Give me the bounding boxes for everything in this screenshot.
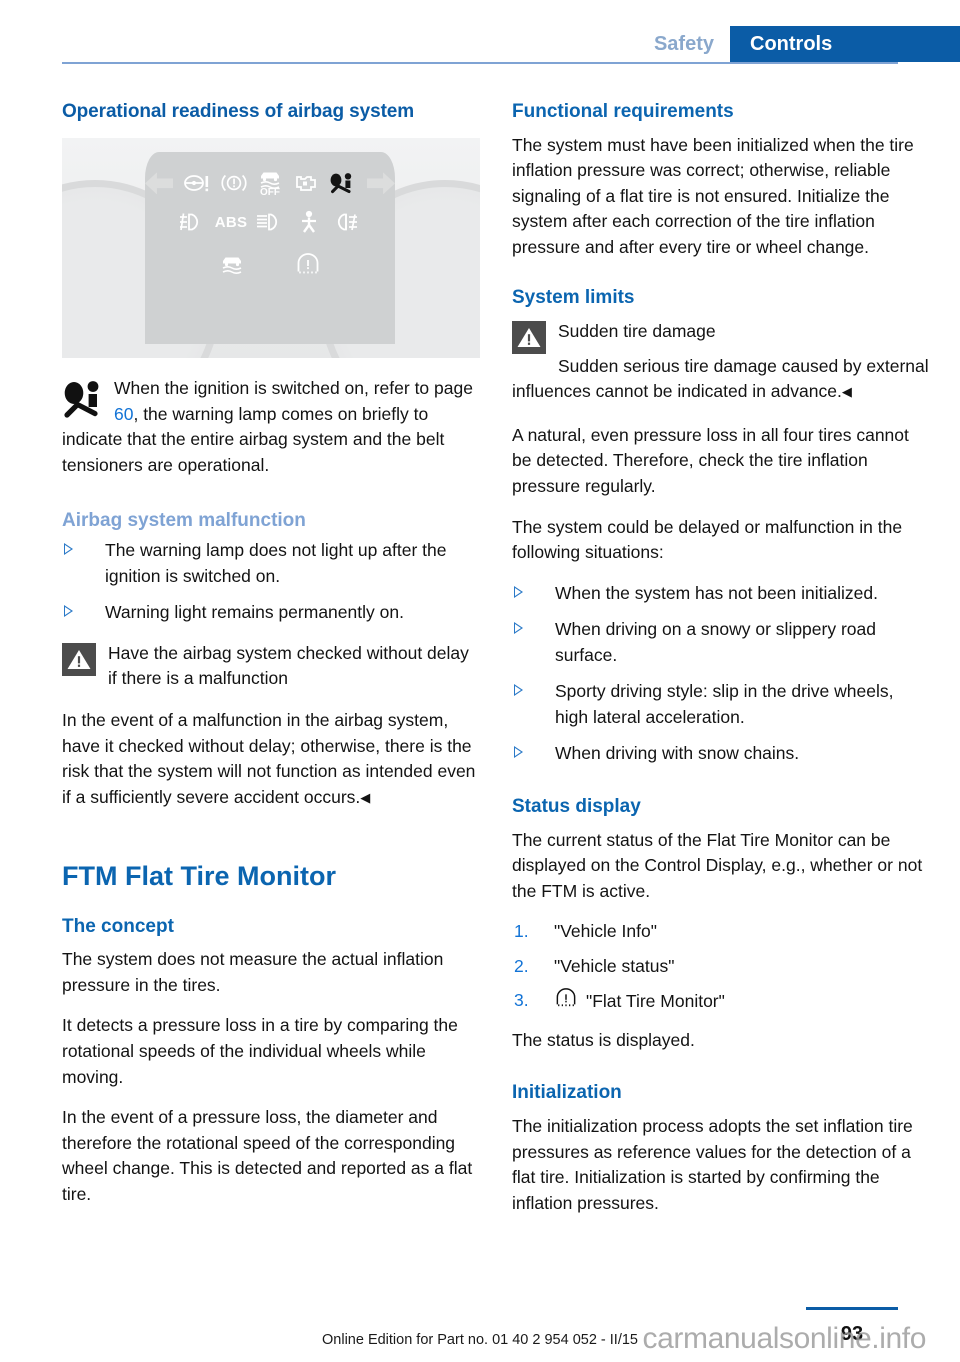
concept-paragraph-2: It detects a pressure loss in a tire by …	[62, 1015, 458, 1087]
end-marker: ◀	[360, 789, 371, 805]
page-footer: 93 Online Edition for Part no. 01 40 2 9…	[0, 1282, 960, 1362]
list-item-label: When driving on a snowy or slippery road…	[555, 619, 876, 665]
list-item-label: Warning light remains permanently on.	[105, 602, 404, 623]
list-item: When driving on a snowy or slippery road…	[512, 617, 930, 668]
step-label[interactable]: "Vehicle status"	[554, 954, 674, 980]
airbag-icon	[329, 169, 357, 197]
airbag-malfunction-body: In the event of a malfunction in the air…	[62, 708, 480, 810]
system-limits-warning-body: Sudden serious tire damage caused by ext…	[512, 355, 929, 402]
low-beam-icon	[255, 208, 285, 236]
system-limits-warning-text: Sudden serious tire damage caused by ext…	[512, 354, 930, 405]
list-item: Sporty driving style: slip in the drive …	[512, 679, 930, 730]
list-item: Warning light remains permanently on.	[62, 600, 480, 626]
page-reference-link[interactable]: 60	[114, 404, 133, 424]
limits-paragraph-1: A natural, even pressure loss in all fou…	[512, 424, 909, 496]
high-beam-icon	[333, 208, 363, 236]
limits-paragraph-2: The system could be delayed or malfuncti…	[512, 516, 903, 563]
dsc-off-label: OFF	[260, 187, 280, 199]
engine-check-icon	[292, 169, 320, 197]
abs-icon: ABS	[214, 208, 248, 236]
header-divider	[62, 62, 898, 64]
bullet-triangle-icon	[64, 605, 73, 618]
list-item-label: When driving with snow chains.	[555, 743, 800, 764]
system-limits-list: When the system has not been initialized…	[512, 581, 930, 767]
bullet-triangle-icon	[514, 746, 523, 759]
airbag-readiness-text: When the ignition is switched on, refer …	[62, 376, 480, 478]
seatbelt-icon	[294, 208, 324, 236]
note-text-before: When the ignition is switched on, refer …	[114, 378, 473, 399]
bullet-triangle-icon	[64, 543, 73, 556]
tire-pressure-icon	[554, 988, 578, 1016]
concept-paragraph-3: In the event of a pressure loss, the dia…	[62, 1107, 473, 1204]
step-label[interactable]: "Vehicle Info"	[554, 919, 657, 945]
airbag-malfunction-list: The warning lamp does not light up after…	[62, 538, 480, 626]
step-number: 2.	[514, 955, 529, 976]
initialization-body: The initialization process adopts the se…	[512, 1116, 913, 1213]
header-tabs: Safety Controls	[633, 26, 960, 62]
heading-status-display: Status display	[512, 795, 641, 817]
turn-signal-right-icon	[366, 172, 395, 195]
brake-warning-icon	[220, 169, 248, 197]
warning-triangle-icon	[512, 321, 546, 355]
list-item: The warning lamp does not light up after…	[62, 538, 480, 589]
steering-wheel-warning-icon	[182, 169, 210, 197]
right-column: Functional requirements The system must …	[512, 100, 930, 1231]
concept-paragraph-1: The system does not measure the actual i…	[62, 949, 444, 995]
fog-lamp-icon	[177, 208, 207, 236]
system-limits-warning-note: Sudden tire damage Sudden serious tire d…	[512, 319, 930, 405]
warning-lamp-grid: OFF ABS	[145, 168, 395, 282]
heading-initialization: Initialization	[512, 1082, 622, 1104]
turn-signal-left-icon	[145, 172, 174, 195]
site-watermark: carmanualsonline.info	[642, 1322, 927, 1355]
list-item: 3. "Flat Tire Monitor"	[512, 988, 930, 1016]
warning-triangle-icon	[62, 642, 96, 676]
status-display-body: The current status of the Flat Tire Moni…	[512, 829, 923, 901]
list-item: When driving with snow chains.	[512, 741, 930, 767]
airbag-warning-text: Have the airbag system checked without d…	[108, 642, 469, 689]
functional-requirements-body: The system must have been initialized wh…	[512, 134, 914, 257]
list-item: 1. "Vehicle Info"	[512, 919, 930, 945]
bullet-triangle-icon	[514, 684, 523, 697]
abs-label: ABS	[214, 213, 248, 231]
heading-system-limits: System limits	[512, 287, 635, 309]
page-title: Operational readiness of airbag system	[62, 101, 415, 122]
airbag-readiness-note: When the ignition is switched on, refer …	[62, 376, 480, 478]
instrument-cluster-figure: 60 180 200 2 OFF	[62, 138, 480, 359]
step-number: 1.	[514, 921, 529, 942]
warning-lamp-row-3	[145, 250, 395, 278]
page-header: Safety Controls	[0, 0, 960, 62]
heading-the-concept: The concept	[62, 915, 174, 937]
warning-lamp-row-2: ABS	[145, 208, 395, 236]
airbag-malfunction-body-text: In the event of a malfunction in the air…	[62, 709, 476, 807]
heading-airbag-malfunction: Airbag system malfunction	[62, 509, 306, 531]
list-item: When the system has not been initialized…	[512, 581, 930, 607]
step-number: 3.	[514, 990, 529, 1011]
list-item-label: When the system has not been initialized…	[555, 582, 878, 603]
heading-functional-requirements: Functional requirements	[512, 101, 734, 122]
end-marker: ◀	[841, 384, 852, 400]
left-column: Operational readiness of airbag system 6…	[62, 100, 480, 1222]
tab-controls[interactable]: Controls	[730, 26, 960, 62]
tire-pressure-icon	[293, 250, 323, 278]
bullet-triangle-icon	[514, 585, 523, 598]
list-item-label: Sporty driving style: slip in the drive …	[555, 681, 894, 727]
footer-divider	[806, 1307, 898, 1310]
airbag-icon	[62, 378, 102, 425]
bullet-triangle-icon	[514, 622, 523, 635]
status-result-text: The status is displayed.	[512, 1029, 695, 1050]
system-limits-warning-title: Sudden tire damage	[558, 321, 716, 342]
dsc-icon	[217, 250, 247, 278]
step-label[interactable]: "Flat Tire Monitor"	[586, 989, 725, 1015]
heading-ftm: FTM Flat Tire Monitor	[62, 861, 336, 892]
tab-safety[interactable]: Safety	[633, 26, 730, 62]
airbag-warning-note: Have the airbag system checked without d…	[62, 641, 480, 692]
list-item-label: The warning lamp does not light up after…	[105, 540, 447, 586]
status-display-steps: 1. "Vehicle Info" 2. "Vehicle status" 3.…	[512, 919, 930, 1016]
list-item: 2. "Vehicle status"	[512, 954, 930, 980]
warning-lamp-row-1: OFF	[145, 168, 395, 198]
dsc-off-icon: OFF	[257, 168, 283, 198]
